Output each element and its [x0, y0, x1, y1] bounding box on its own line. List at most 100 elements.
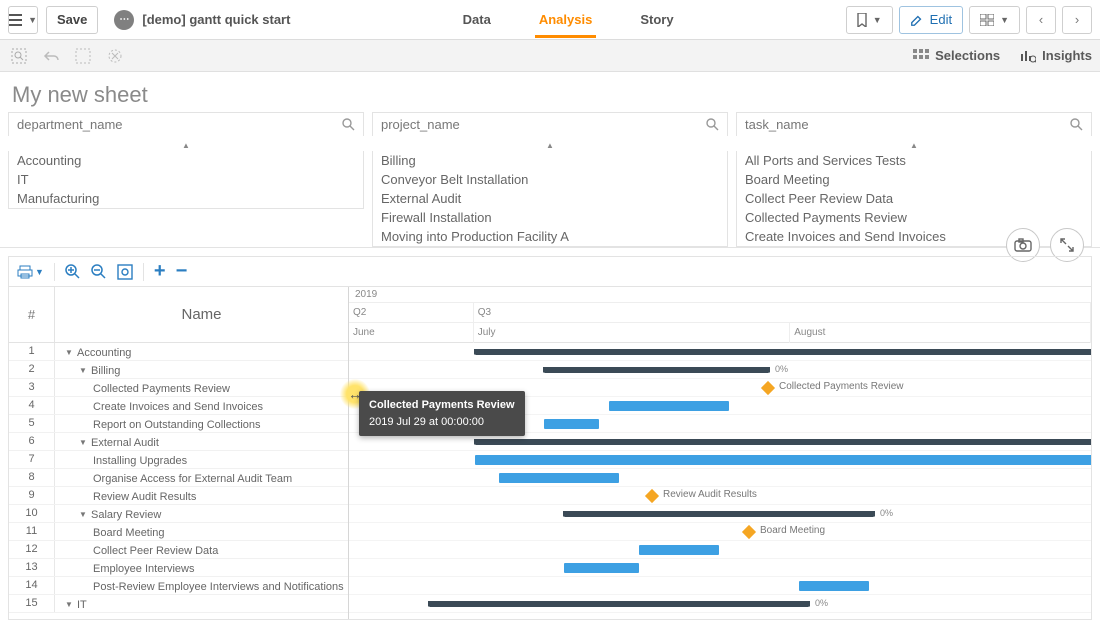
- filter-item[interactable]: IT: [9, 170, 363, 189]
- clear-all-button[interactable]: [104, 45, 126, 67]
- timeline-row[interactable]: [349, 433, 1091, 451]
- sort-asc-icon[interactable]: ▲: [546, 141, 554, 150]
- summary-bar[interactable]: [429, 601, 809, 607]
- timeline-row[interactable]: [349, 559, 1091, 577]
- grid-row[interactable]: 14Post-Review Employee Interviews and No…: [9, 577, 348, 595]
- summary-bar[interactable]: [544, 367, 769, 373]
- next-sheet-button[interactable]: ›: [1062, 6, 1092, 34]
- edit-button[interactable]: Edit: [899, 6, 963, 34]
- filter-item[interactable]: Collect Peer Review Data: [737, 189, 1091, 208]
- zoom-out-button[interactable]: [91, 264, 107, 280]
- insights-button[interactable]: Insights: [1020, 48, 1092, 63]
- expand-all-button[interactable]: +: [154, 260, 166, 283]
- filter-item[interactable]: Manufacturing: [9, 189, 363, 208]
- summary-bar[interactable]: [475, 439, 1091, 445]
- filter-header[interactable]: project_name: [372, 112, 728, 136]
- timeline-row[interactable]: [349, 343, 1091, 361]
- timeline-row[interactable]: 0%: [349, 361, 1091, 379]
- tab-data[interactable]: Data: [459, 2, 495, 38]
- tree-toggle-icon[interactable]: ▼: [65, 600, 73, 609]
- save-button[interactable]: Save: [46, 6, 98, 34]
- task-bar[interactable]: [639, 545, 719, 555]
- selections-tool-button[interactable]: Selections: [913, 48, 1000, 63]
- clear-selections-button[interactable]: [72, 45, 94, 67]
- grid-header-name[interactable]: Name: [55, 287, 348, 342]
- grid-header-index[interactable]: #: [9, 287, 55, 342]
- grid-row[interactable]: 5Report on Outstanding Collections: [9, 415, 348, 433]
- grid-row[interactable]: 3Collected Payments Review: [9, 379, 348, 397]
- task-bar[interactable]: [799, 581, 869, 591]
- filter-item[interactable]: External Audit: [373, 189, 727, 208]
- milestone-marker[interactable]: [742, 525, 756, 539]
- sheets-dropdown-button[interactable]: ▼: [969, 6, 1020, 34]
- step-back-button[interactable]: [40, 45, 62, 67]
- zoom-fit-button[interactable]: [117, 264, 133, 280]
- milestone-marker[interactable]: [761, 381, 775, 395]
- hamburger-menu-button[interactable]: ▼: [8, 6, 38, 34]
- grid-row[interactable]: 15▼IT: [9, 595, 348, 613]
- bookmarks-button[interactable]: ▼: [846, 6, 893, 34]
- grid-row[interactable]: 7Installing Upgrades: [9, 451, 348, 469]
- grid-row[interactable]: 13Employee Interviews: [9, 559, 348, 577]
- task-bar[interactable]: [499, 473, 619, 483]
- search-icon[interactable]: [342, 118, 355, 131]
- filter-header[interactable]: department_name: [8, 112, 364, 136]
- timeline-row[interactable]: Collected Payments Review: [349, 379, 1091, 397]
- tab-story[interactable]: Story: [636, 2, 677, 38]
- grid-row[interactable]: 8Organise Access for External Audit Team: [9, 469, 348, 487]
- sort-asc-icon[interactable]: ▲: [182, 141, 190, 150]
- timeline-row[interactable]: [349, 469, 1091, 487]
- timeline-row[interactable]: 0%: [349, 505, 1091, 523]
- summary-bar[interactable]: [564, 511, 874, 517]
- timeline-row[interactable]: Board Meeting: [349, 523, 1091, 541]
- timeline-row[interactable]: [349, 541, 1091, 559]
- grid-row[interactable]: 2▼Billing: [9, 361, 348, 379]
- sort-asc-icon[interactable]: ▲: [910, 141, 918, 150]
- filter-item[interactable]: Board Meeting: [737, 170, 1091, 189]
- smart-search-button[interactable]: [8, 45, 30, 67]
- timeline-row[interactable]: [349, 451, 1091, 469]
- gantt-timeline[interactable]: 2019 Q2Q3 JuneJulyAugust 0%Collected Pay…: [349, 287, 1091, 619]
- search-icon[interactable]: [706, 118, 719, 131]
- row-name-label: Employee Interviews: [93, 563, 195, 575]
- timeline-row[interactable]: [349, 577, 1091, 595]
- task-bar[interactable]: [544, 419, 599, 429]
- filter-item[interactable]: All Ports and Services Tests: [737, 151, 1091, 170]
- tree-toggle-icon[interactable]: ▼: [79, 438, 87, 447]
- summary-bar[interactable]: [475, 349, 1091, 355]
- grid-row[interactable]: 11Board Meeting: [9, 523, 348, 541]
- filter-item[interactable]: Billing: [373, 151, 727, 170]
- zoom-in-button[interactable]: [65, 264, 81, 280]
- row-index: 12: [9, 541, 55, 558]
- insights-icon: [1020, 49, 1036, 63]
- task-bar[interactable]: [564, 563, 639, 573]
- timeline-row[interactable]: [349, 415, 1091, 433]
- timeline-row[interactable]: [349, 397, 1091, 415]
- filter-header[interactable]: task_name: [736, 112, 1092, 136]
- filter-item[interactable]: Accounting: [9, 151, 363, 170]
- tree-toggle-icon[interactable]: ▼: [79, 510, 87, 519]
- print-button[interactable]: ▼: [17, 265, 44, 279]
- timeline-row[interactable]: Review Audit Results: [349, 487, 1091, 505]
- filter-item[interactable]: Collected Payments Review: [737, 208, 1091, 227]
- sheet-title[interactable]: My new sheet: [0, 72, 1100, 112]
- timeline-row[interactable]: 0%: [349, 595, 1091, 613]
- task-bar[interactable]: [609, 401, 729, 411]
- tab-analysis[interactable]: Analysis: [535, 2, 596, 38]
- search-icon[interactable]: [1070, 118, 1083, 131]
- milestone-marker[interactable]: [645, 489, 659, 503]
- collapse-all-button[interactable]: −: [176, 260, 188, 283]
- tree-toggle-icon[interactable]: ▼: [65, 348, 73, 357]
- filter-item[interactable]: Conveyor Belt Installation: [373, 170, 727, 189]
- filter-item[interactable]: Moving into Production Facility A: [373, 227, 727, 246]
- tree-toggle-icon[interactable]: ▼: [79, 366, 87, 375]
- grid-row[interactable]: 10▼Salary Review: [9, 505, 348, 523]
- prev-sheet-button[interactable]: ‹: [1026, 6, 1056, 34]
- grid-row[interactable]: 4Create Invoices and Send Invoices: [9, 397, 348, 415]
- grid-row[interactable]: 6▼External Audit: [9, 433, 348, 451]
- grid-row[interactable]: 9Review Audit Results: [9, 487, 348, 505]
- task-bar[interactable]: [475, 455, 1091, 465]
- filter-item[interactable]: Firewall Installation: [373, 208, 727, 227]
- grid-row[interactable]: 12Collect Peer Review Data: [9, 541, 348, 559]
- grid-row[interactable]: 1▼Accounting: [9, 343, 348, 361]
